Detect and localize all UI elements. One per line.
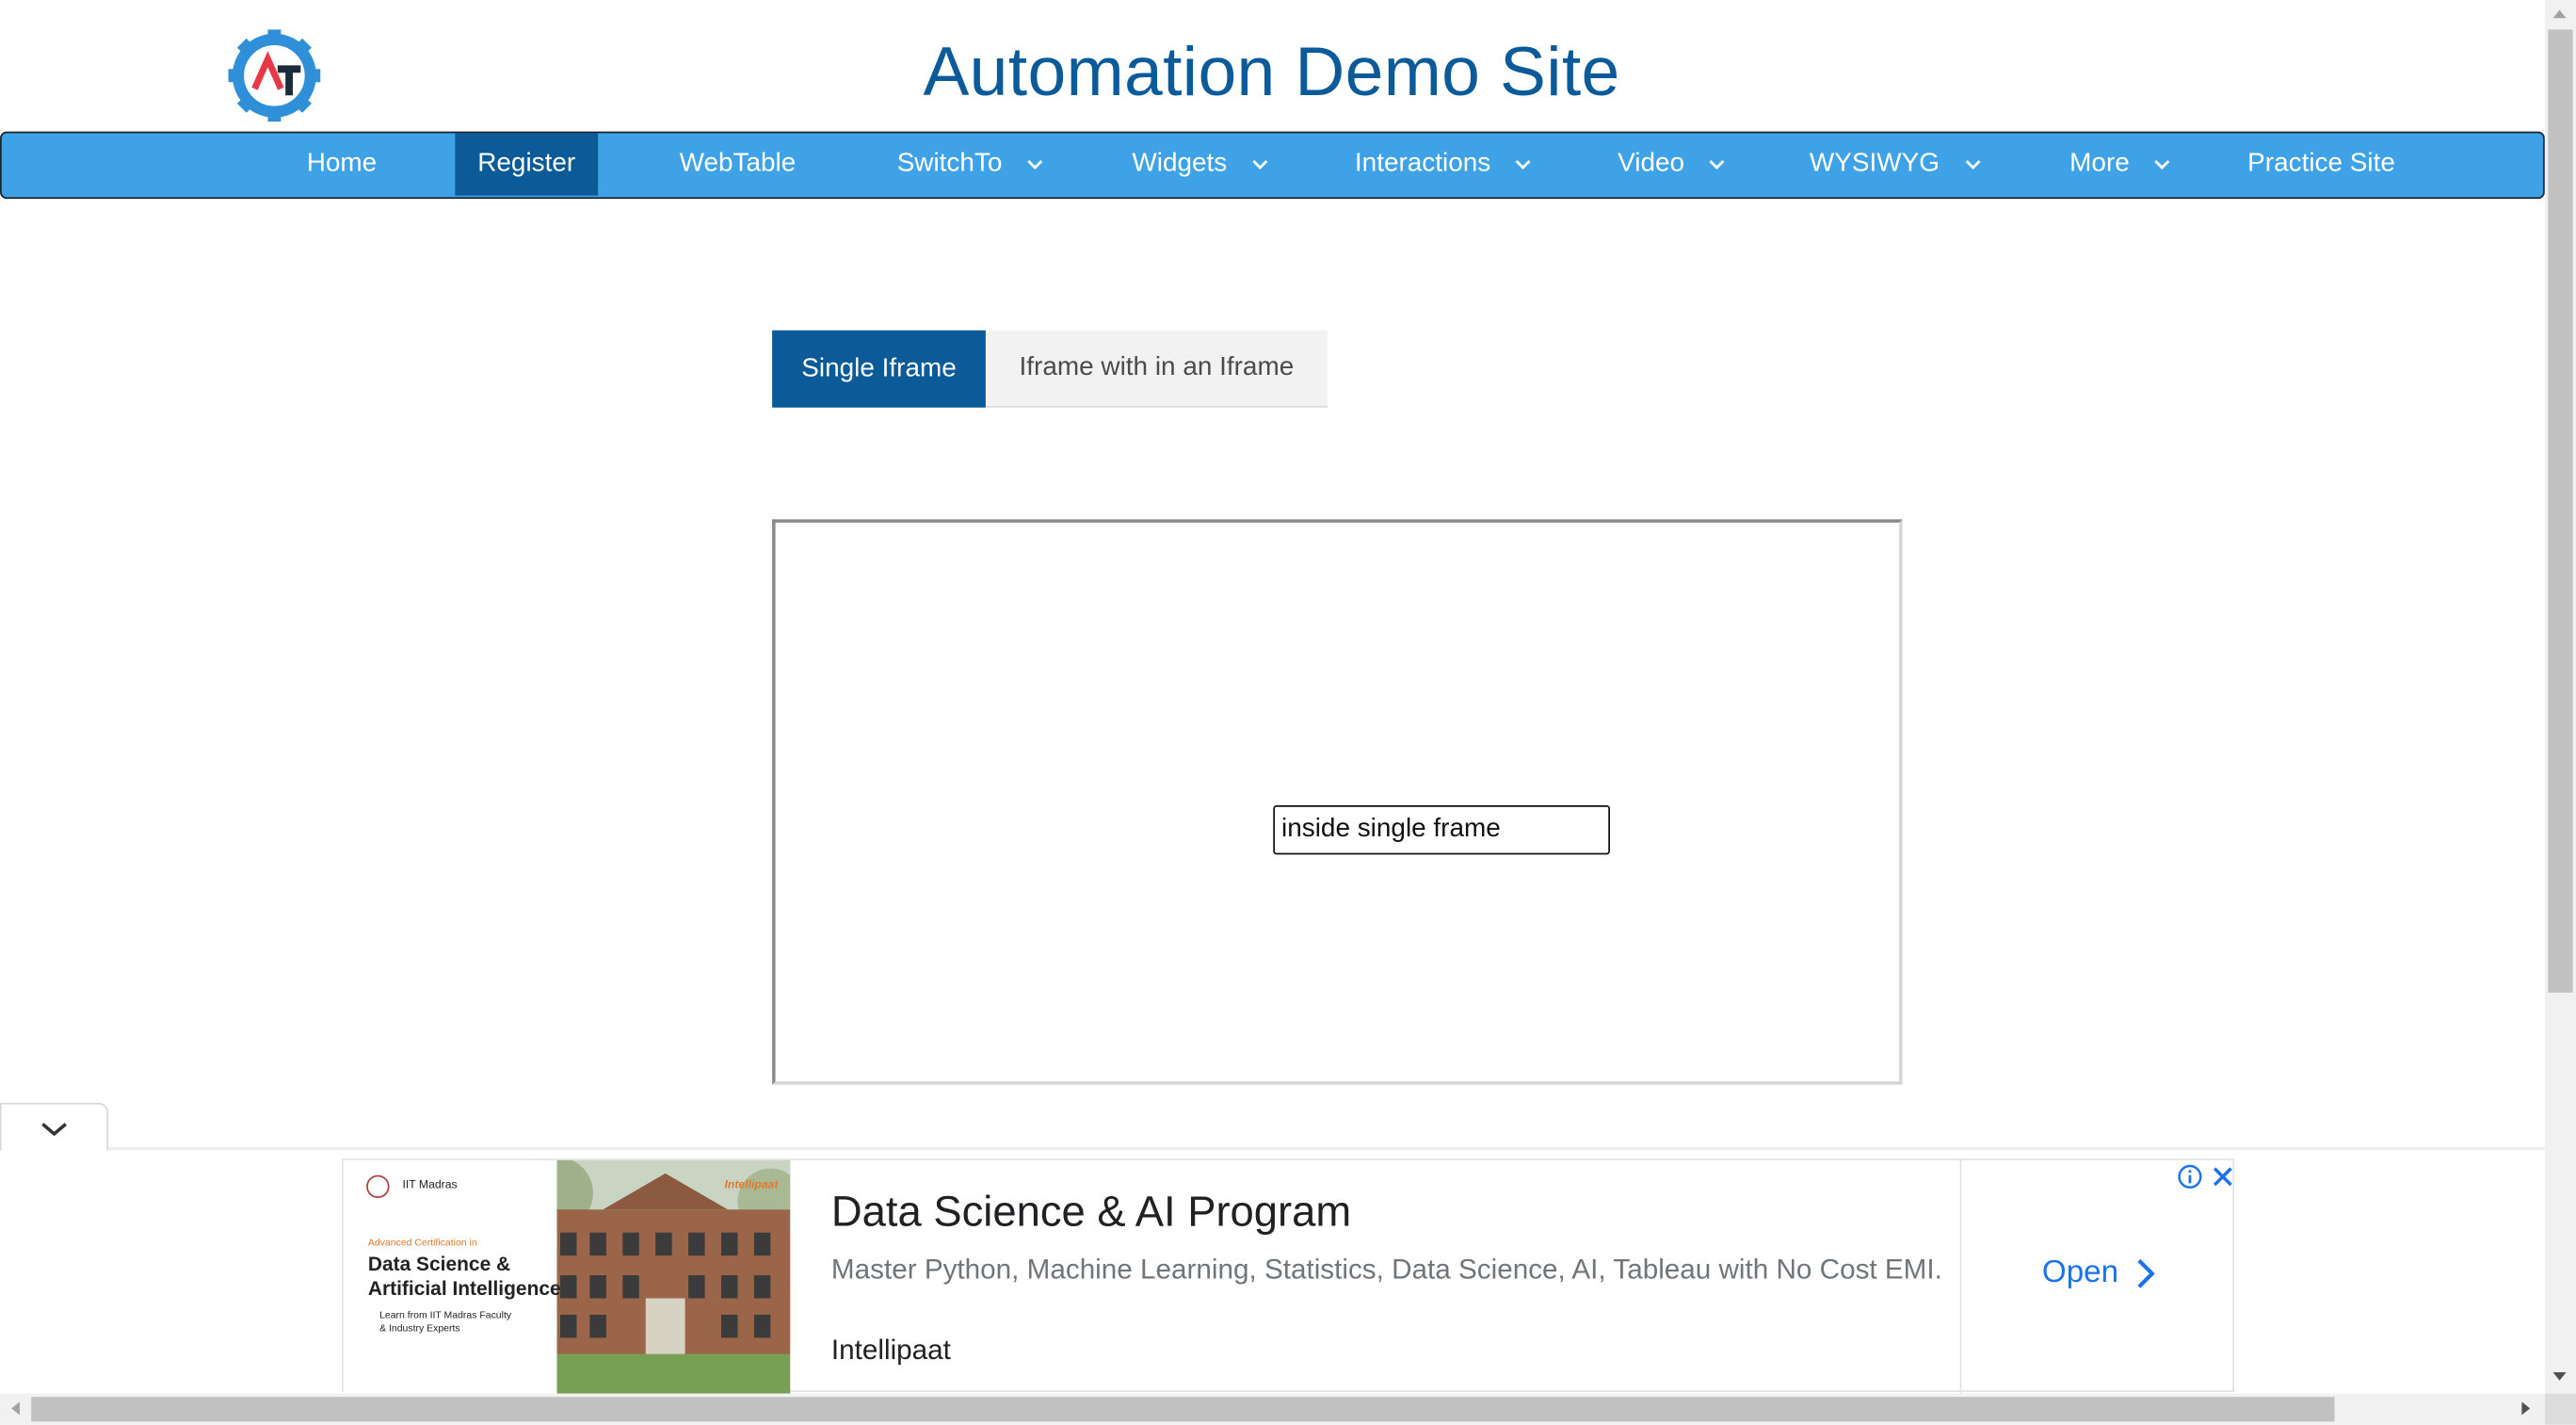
chevron-down-icon	[1516, 160, 1532, 170]
nav-item-home[interactable]: Home	[248, 133, 435, 195]
nav-item-widgets[interactable]: Widgets	[1103, 133, 1299, 195]
nav-item-label: Register	[477, 149, 576, 178]
nav-item-label: More	[2069, 149, 2130, 178]
advertisement[interactable]: IIT Madras Advanced Certification in Dat…	[341, 1158, 2236, 1394]
ad-headline[interactable]: Data Science & AI Program	[831, 1187, 1351, 1238]
info-icon[interactable]	[2177, 1163, 2203, 1190]
nav-item-practice-site[interactable]: Practice Site	[2223, 133, 2420, 195]
tab-nested-iframe[interactable]: Iframe with in an Iframe	[985, 330, 1328, 408]
chevron-down-icon	[41, 1122, 67, 1136]
ad-open-button[interactable]: Open	[2042, 1255, 2158, 1291]
ad-building-photo	[521, 1159, 791, 1394]
iframe-text-input[interactable]	[1273, 805, 1611, 855]
ad-bullet-2: & Industry Experts	[379, 1324, 460, 1335]
ad-divider	[1959, 1159, 1962, 1394]
nav-item-wysiwyg[interactable]: WYSIWYG	[1786, 133, 2006, 195]
main-navbar: Home Register WebTable SwitchTo Widgets …	[0, 131, 2545, 200]
ad-collapse-button[interactable]	[0, 1102, 109, 1153]
nav-item-more[interactable]: More	[2038, 133, 2202, 195]
ad-image-title-1: Data Science &	[367, 1252, 511, 1276]
chevron-down-icon	[1964, 160, 1980, 170]
ad-bullet-1: Learn from IIT Madras Faculty	[379, 1311, 512, 1321]
nav-item-label: WYSIWYG	[1809, 149, 1940, 178]
ad-image[interactable]: IIT Madras Advanced Certification in Dat…	[343, 1159, 791, 1394]
scroll-up-arrow-icon[interactable]	[2552, 7, 2568, 20]
nav-item-label: Practice Site	[2247, 149, 2395, 178]
single-iframe	[772, 519, 1903, 1085]
chevron-down-icon	[1027, 160, 1043, 170]
scroll-right-arrow-icon[interactable]	[2520, 1401, 2534, 1417]
nav-item-label: Video	[1618, 149, 1685, 178]
chevron-down-icon	[2154, 160, 2170, 170]
ad-brand-logo: Intellipaat	[724, 1179, 779, 1192]
tab-single-iframe[interactable]: Single Iframe	[772, 330, 986, 408]
nav-item-webtable[interactable]: WebTable	[642, 133, 832, 195]
site-title: Automation Demo Site	[923, 32, 1620, 110]
nav-item-interactions[interactable]: Interactions	[1329, 133, 1559, 195]
scroll-left-arrow-icon[interactable]	[8, 1401, 22, 1417]
chevron-right-icon	[2138, 1258, 2156, 1288]
nav-item-label: Interactions	[1354, 149, 1491, 178]
iit-madras-seal	[366, 1174, 390, 1199]
chevron-down-icon	[1252, 160, 1268, 170]
nav-item-label: SwitchTo	[896, 149, 1003, 178]
ad-advertiser: Intellipaat	[830, 1334, 951, 1367]
ad-image-title-2: Artificial Intelligence	[367, 1276, 561, 1301]
ad-open-label: Open	[2041, 1255, 2119, 1290]
scroll-down-arrow-icon[interactable]	[2552, 1370, 2568, 1384]
nav-item-switchto[interactable]: SwitchTo	[873, 133, 1070, 195]
ad-description: Master Python, Machine Learning, Statist…	[830, 1254, 1942, 1286]
nav-item-label: Home	[306, 149, 378, 178]
vertical-scrollbar-thumb[interactable]	[2548, 29, 2573, 993]
building-illustration	[521, 1159, 791, 1394]
ad-institute: IIT Madras	[402, 1179, 458, 1192]
nav-item-label: WebTable	[679, 149, 797, 178]
chevron-down-icon	[1709, 160, 1725, 170]
nav-item-video[interactable]: Video	[1588, 133, 1756, 195]
ad-kicker: Advanced Certification in	[367, 1239, 477, 1250]
browser-viewport: Automation Demo Site Home Register WebTa…	[0, 0, 2576, 1425]
horizontal-scrollbar-thumb[interactable]	[31, 1397, 2335, 1422]
close-icon[interactable]	[2210, 1163, 2236, 1190]
nav-item-label: Widgets	[1132, 149, 1228, 178]
ad-image-panel: IIT Madras Advanced Certification in Dat…	[343, 1159, 561, 1394]
tab-label: Single Iframe	[801, 354, 957, 382]
tab-label: Iframe with in an Iframe	[1019, 353, 1295, 381]
nav-item-register[interactable]: Register	[455, 133, 599, 196]
scrollbar-corner	[2544, 1393, 2576, 1425]
